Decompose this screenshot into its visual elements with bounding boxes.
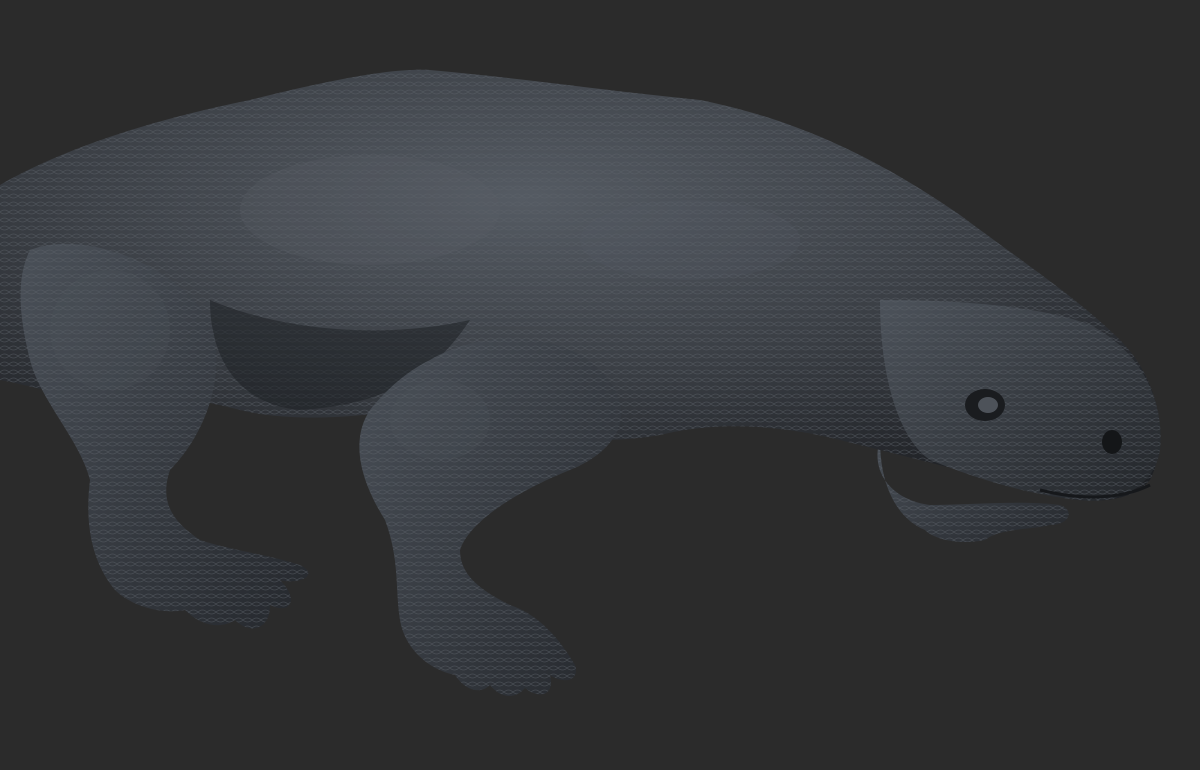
reptile-render	[0, 69, 1161, 696]
nostril	[1102, 430, 1122, 454]
eye	[978, 397, 998, 413]
head	[880, 300, 1161, 501]
3d-viewport[interactable]	[0, 0, 1200, 770]
front-leg	[359, 338, 622, 696]
